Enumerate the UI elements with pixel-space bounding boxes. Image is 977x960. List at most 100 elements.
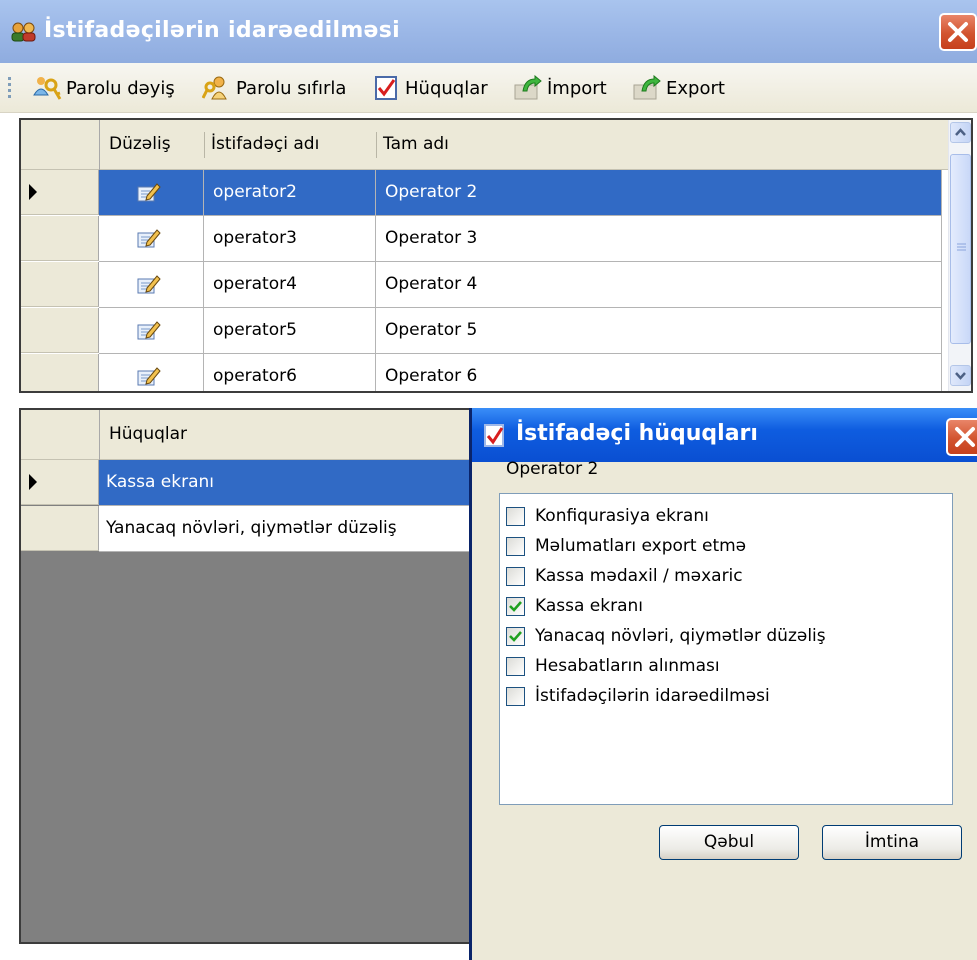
edit-icon <box>137 367 161 386</box>
fullname-cell[interactable]: Operator 3 <box>376 216 942 262</box>
users-grid-header: Düzəliş İstifadəçi adı Tam adı <box>21 120 948 170</box>
row-header[interactable] <box>21 308 99 353</box>
permission-checkbox[interactable] <box>506 536 525 556</box>
checkmark-document-icon <box>484 424 504 447</box>
close-icon <box>955 427 975 447</box>
rights-label: Hüquqlar <box>405 77 488 99</box>
checkmark-icon <box>509 630 522 642</box>
permissions-list: Konfiqurasiya ekranı Məlumatları export … <box>499 493 953 805</box>
column-header-username[interactable]: İstifadəçi adı <box>211 134 319 154</box>
permission-checkbox[interactable] <box>506 656 525 676</box>
edit-icon <box>137 275 161 294</box>
window-title: İstifadəçilərin idarəedilməsi <box>44 18 401 43</box>
rights-button[interactable]: Hüquqlar <box>373 75 488 101</box>
permission-item[interactable]: Məlumatları export etmə <box>506 531 746 561</box>
fullname-cell[interactable]: Operator 2 <box>376 170 942 216</box>
accept-button[interactable]: Qəbul <box>659 825 799 860</box>
edit-icon <box>137 183 161 202</box>
chevron-up-icon <box>955 128 966 136</box>
permission-label: Kassa mədaxil / məxaric <box>535 566 743 586</box>
fullname-cell[interactable]: Operator 4 <box>376 262 942 308</box>
permission-item[interactable]: Hesabatların alınması <box>506 651 720 681</box>
edit-cell[interactable] <box>99 216 204 262</box>
edit-icon <box>137 229 161 248</box>
username-cell[interactable]: operator5 <box>204 308 376 354</box>
table-row[interactable]: operator3 Operator 3 <box>21 216 942 262</box>
username-cell[interactable]: operator2 <box>204 170 376 216</box>
scroll-up-button[interactable] <box>950 122 971 143</box>
toolbar-grip[interactable] <box>8 77 11 99</box>
main-title-bar: İstifadəçilərin idarəedilməsi <box>0 0 977 63</box>
change-password-button[interactable]: Parolu dəyiş <box>32 75 175 101</box>
key-reset-icon <box>202 76 227 100</box>
window-close-button[interactable] <box>939 13 977 51</box>
permission-checkbox[interactable] <box>506 566 525 586</box>
close-icon <box>948 22 968 42</box>
row-header[interactable] <box>21 216 99 261</box>
permission-label: Məlumatları export etmə <box>535 536 747 556</box>
table-row[interactable]: operator4 Operator 4 <box>21 262 942 308</box>
grip-icon <box>957 243 966 251</box>
chevron-down-icon <box>955 372 966 380</box>
permission-label: Yanacaq növləri, qiymətlər düzəliş <box>535 626 826 646</box>
permission-checkbox[interactable] <box>506 506 525 526</box>
row-header[interactable] <box>21 354 99 391</box>
checkmark-icon <box>509 600 522 612</box>
cancel-button[interactable]: İmtina <box>822 825 962 860</box>
edit-cell[interactable] <box>99 308 204 354</box>
current-row-marker-icon <box>29 184 37 200</box>
username-cell[interactable]: operator4 <box>204 262 376 308</box>
row-header[interactable] <box>21 262 99 307</box>
row-header[interactable] <box>21 460 99 505</box>
row-header[interactable] <box>21 170 99 215</box>
scroll-thumb[interactable] <box>950 154 971 344</box>
column-header-edit[interactable]: Düzəliş <box>109 134 171 154</box>
import-icon <box>514 75 542 100</box>
dialog-username-label: Operator 2 <box>506 459 599 479</box>
users-grid-scrollbar[interactable] <box>948 120 971 391</box>
edit-cell[interactable] <box>99 170 204 216</box>
scroll-down-button[interactable] <box>950 365 971 386</box>
username-cell[interactable]: operator6 <box>204 354 376 391</box>
dialog-close-button[interactable] <box>946 418 977 456</box>
table-row[interactable]: operator5 Operator 5 <box>21 308 942 354</box>
reset-password-button[interactable]: Parolu sıfırla <box>202 75 346 101</box>
edit-icon <box>137 321 161 340</box>
username-cell[interactable]: operator3 <box>204 216 376 262</box>
permission-checkbox[interactable] <box>506 686 525 706</box>
permission-item[interactable]: Konfiqurasiya ekranı <box>506 501 709 531</box>
export-icon <box>633 75 661 100</box>
change-password-label: Parolu dəyiş <box>66 77 175 99</box>
permission-item[interactable]: İstifadəçilərin idarəedilməsi <box>506 681 770 711</box>
permission-label: Konfiqurasiya ekranı <box>535 506 709 526</box>
fullname-cell[interactable]: Operator 5 <box>376 308 942 354</box>
user-rights-dialog: İstifadəçi hüquqları Operator 2 Konfiqur… <box>469 408 977 960</box>
checkmark-document-icon <box>375 76 397 100</box>
users-grid: Düzəliş İstifadəçi adı Tam adı operator2… <box>19 118 973 393</box>
permission-label: Kassa ekranı <box>535 596 644 616</box>
edit-cell[interactable] <box>99 262 204 308</box>
permission-checkbox-checked[interactable] <box>506 626 525 646</box>
permission-item[interactable]: Kassa ekranı <box>506 591 643 621</box>
permission-checkbox-checked[interactable] <box>506 596 525 616</box>
export-button[interactable]: Export <box>632 75 725 101</box>
users-icon <box>11 22 36 42</box>
export-label: Export <box>666 77 725 99</box>
import-label: İmport <box>547 77 607 99</box>
import-button[interactable]: İmport <box>513 75 607 101</box>
permission-label: Hesabatların alınması <box>535 656 720 676</box>
edit-cell[interactable] <box>99 354 204 391</box>
current-row-marker-icon <box>29 474 37 490</box>
dialog-title: İstifadəçi hüquqları <box>516 421 758 446</box>
toolbar: Parolu dəyiş Parolu sıfırla Hüquqlar İmp… <box>0 63 977 113</box>
table-row[interactable]: operator2 Operator 2 <box>21 170 942 216</box>
permission-item[interactable]: Yanacaq növləri, qiymətlər düzəliş <box>506 621 826 651</box>
row-header[interactable] <box>21 506 99 551</box>
column-header-rights[interactable]: Hüquqlar <box>109 424 187 444</box>
fullname-cell[interactable]: Operator 6 <box>376 354 942 391</box>
permission-item[interactable]: Kassa mədaxil / məxaric <box>506 561 743 591</box>
permission-label: İstifadəçilərin idarəedilməsi <box>535 686 770 706</box>
column-header-fullname[interactable]: Tam adı <box>383 134 449 154</box>
table-row[interactable]: operator6 Operator 6 <box>21 354 942 391</box>
key-person-icon <box>33 77 62 100</box>
